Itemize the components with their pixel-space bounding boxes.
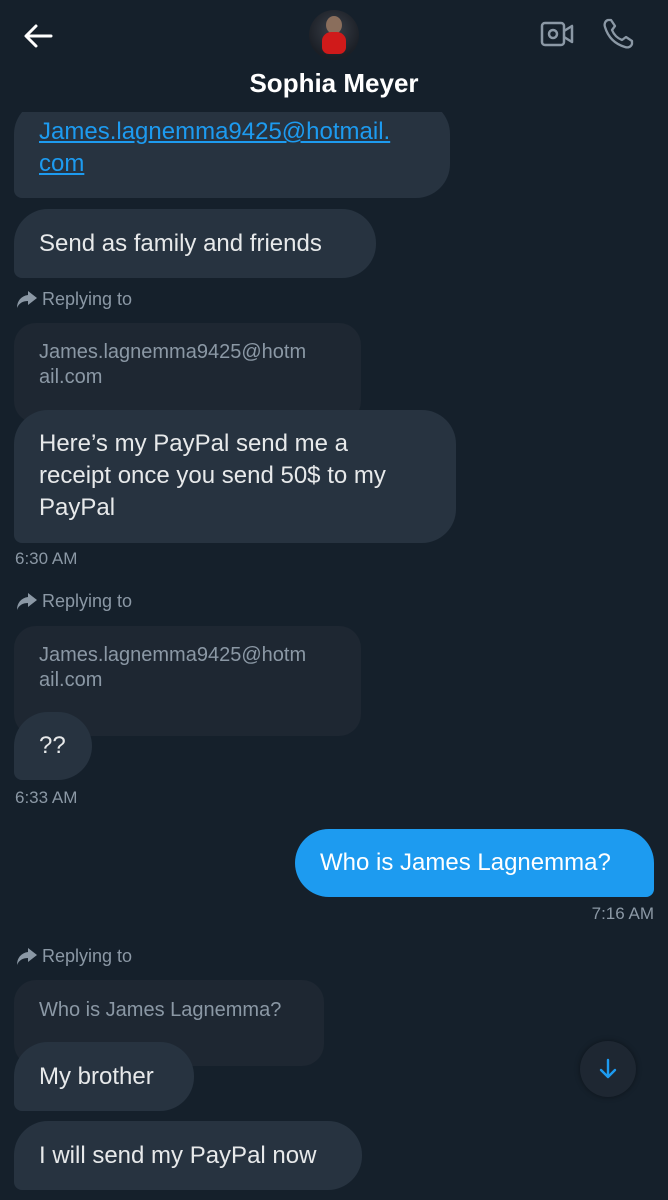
message-timestamp: 6:30 AM	[15, 549, 78, 568]
reply-arrow-icon	[17, 593, 37, 610]
replying-to-text: Replying to	[42, 945, 133, 966]
replying-to-text: Replying to	[42, 590, 133, 611]
message-text-line1: Here’s my PayPal send me a	[39, 430, 349, 457]
quoted-text-line2: ail.com	[39, 669, 103, 691]
replying-to-label: Replying to	[16, 588, 132, 614]
message-text: Who is James Lagnemma?	[320, 849, 611, 876]
message-bubble[interactable]: My brother	[14, 1042, 194, 1111]
email-link[interactable]: James.lagnemma9425@hotmail.	[39, 116, 425, 148]
email-link-continuation[interactable]: com	[39, 148, 425, 180]
message-bubble[interactable]: ??	[14, 712, 92, 780]
reply-arrow-icon	[17, 948, 37, 965]
replying-to-label: Replying to	[16, 286, 132, 312]
message-text: ??	[39, 732, 66, 759]
conversation-header: Sophia Meyer	[0, 0, 668, 112]
phone-icon	[603, 18, 634, 49]
phone-call-button[interactable]	[598, 14, 638, 54]
avatar-clothing	[322, 32, 346, 54]
message-text-line3: PayPal	[39, 494, 116, 521]
contact-name[interactable]: Sophia Meyer	[0, 68, 668, 99]
scroll-to-bottom-button[interactable]	[580, 1041, 636, 1097]
message-timestamp: 6:33 AM	[15, 788, 78, 807]
message-bubble[interactable]: Here’s my PayPal send me a receipt once …	[14, 410, 456, 543]
quoted-text: Who is James Lagnemma?	[39, 999, 282, 1021]
message-bubble[interactable]: Send as family and friends	[14, 209, 376, 278]
message-bubble-email[interactable]: James.lagnemma9425@hotmail. com	[14, 100, 450, 198]
message-timestamp: 7:16 AM	[591, 904, 654, 923]
message-text: Send as family and friends	[39, 229, 322, 257]
message-text-line2: receipt once you send 50$ to my	[39, 462, 386, 489]
message-text: I will send my PayPal now	[39, 1141, 317, 1169]
outgoing-message-bubble[interactable]: Who is James Lagnemma?	[295, 829, 654, 897]
quoted-text-line1: James.lagnemma9425@hotm	[39, 341, 307, 363]
message-text: My brother	[39, 1062, 154, 1090]
quoted-text-line2: ail.com	[39, 366, 103, 388]
quoted-message[interactable]: James.lagnemma9425@hotm ail.com	[14, 323, 361, 423]
replying-to-text: Replying to	[42, 288, 133, 309]
replying-to-label: Replying to	[16, 943, 132, 969]
message-bubble[interactable]: I will send my PayPal now	[14, 1121, 362, 1190]
back-arrow-icon	[24, 24, 53, 48]
video-call-icon	[540, 21, 574, 47]
reply-arrow-icon	[17, 291, 37, 308]
quoted-text-line1: James.lagnemma9425@hotm	[39, 644, 307, 666]
video-call-button[interactable]	[537, 14, 577, 54]
back-button[interactable]	[18, 16, 58, 56]
contact-avatar[interactable]	[309, 10, 359, 60]
arrow-down-icon	[599, 1058, 617, 1079]
